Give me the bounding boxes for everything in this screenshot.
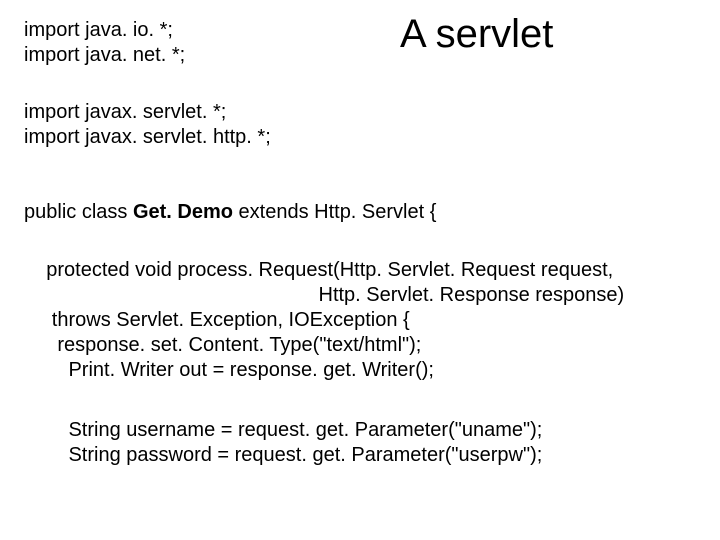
code-line: protected void process. Request(Http. Se… <box>24 259 613 281</box>
code-line: import javax. servlet. *; <box>24 101 226 123</box>
code-line: import java. net. *; <box>24 44 185 66</box>
code-text: extends Http. Servlet { <box>233 201 436 223</box>
code-imports-servlet: import javax. servlet. *; import javax. … <box>24 100 271 150</box>
code-params: String username = request. get. Paramete… <box>24 418 542 468</box>
code-class-name: Get. Demo <box>133 201 233 223</box>
slide-title: A servlet <box>400 12 553 57</box>
slide: A servlet import java. io. *; import jav… <box>0 0 720 540</box>
code-imports-java: import java. io. *; import java. net. *; <box>24 18 185 68</box>
code-method: protected void process. Request(Http. Se… <box>24 258 624 383</box>
code-line: import java. io. *; <box>24 19 173 41</box>
code-line: String password = request. get. Paramete… <box>24 444 542 466</box>
code-line: String username = request. get. Paramete… <box>24 419 542 441</box>
code-line: throws Servlet. Exception, IOException { <box>24 309 410 331</box>
code-line: response. set. Content. Type("text/html"… <box>24 334 421 356</box>
code-line: Print. Writer out = response. get. Write… <box>24 359 434 381</box>
code-line: import javax. servlet. http. *; <box>24 126 271 148</box>
code-text: public class <box>24 201 133 223</box>
code-line: Http. Servlet. Response response) <box>24 284 624 306</box>
code-class-decl: public class Get. Demo extends Http. Ser… <box>24 200 436 225</box>
